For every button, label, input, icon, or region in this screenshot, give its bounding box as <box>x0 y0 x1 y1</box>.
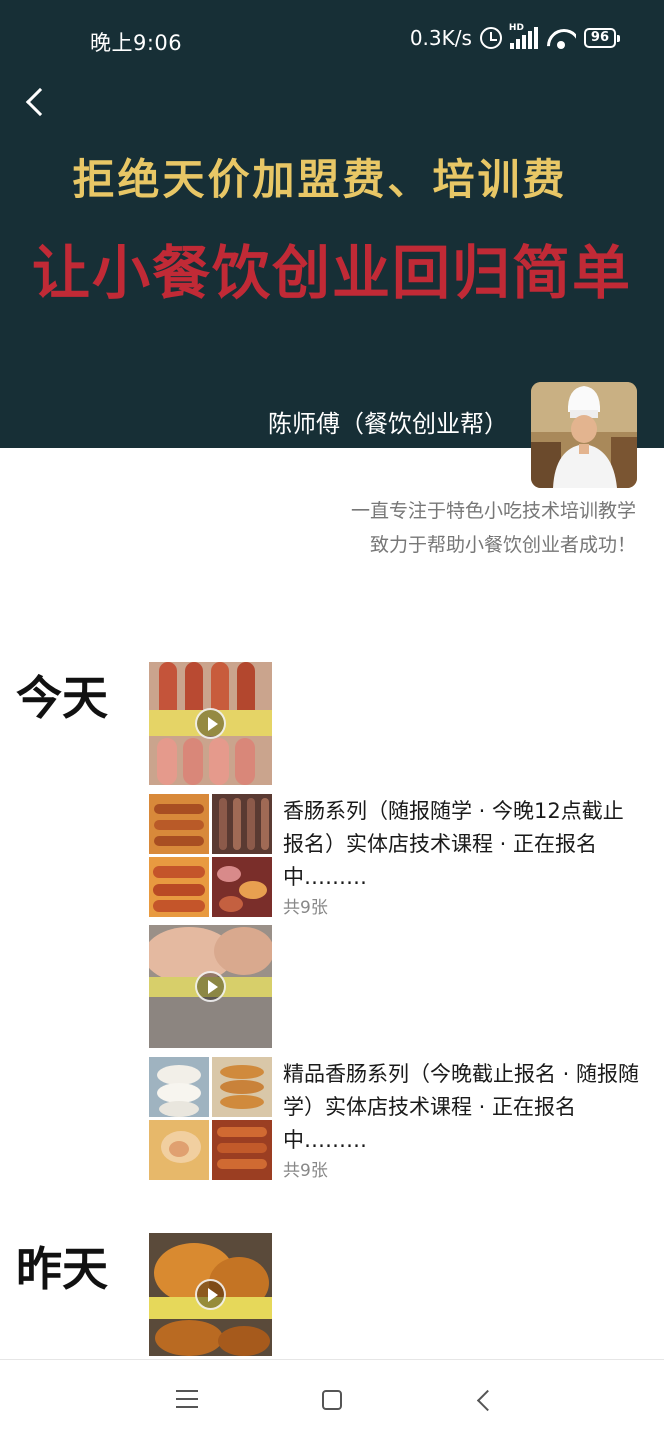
bio-line-1: 一直专注于特色小吃技术培训教学 <box>350 500 636 522</box>
alarm-icon <box>479 27 502 49</box>
status-time: 晚上9:06 <box>90 31 183 55</box>
post-text[interactable]: 香肠系列（随报随学 · 今晚12点截止报名）实体店技术课程 · 正在报名中……… <box>283 795 643 894</box>
video-thumbnail[interactable] <box>149 925 272 1048</box>
battery-icon: 96 <box>583 28 621 48</box>
status-bar: 晚上9:06 0.3K/s HD 96 <box>0 0 664 80</box>
post-image-grid[interactable] <box>149 1057 272 1180</box>
play-icon <box>195 708 226 739</box>
net-speed: 0.3K/s <box>409 26 472 50</box>
day-label-today: 今天 <box>16 671 108 725</box>
day-label-yesterday: 昨天 <box>16 1242 108 1296</box>
system-nav-bar <box>0 1359 664 1439</box>
video-thumbnail[interactable] <box>149 662 272 785</box>
bio-line-2: 致力于帮助小餐饮创业者成功！ <box>369 534 636 556</box>
post-text[interactable]: 精品香肠系列（今晚截止报名 · 随报随学）实体店技术课程 · 正在报名中……… <box>283 1058 643 1157</box>
wifi-icon <box>546 27 576 49</box>
video-thumbnail[interactable] <box>149 1233 272 1356</box>
play-icon <box>195 1279 226 1310</box>
play-icon <box>195 971 226 1002</box>
home-icon[interactable] <box>322 1390 342 1410</box>
post-image-grid[interactable] <box>149 794 272 917</box>
cover-image[interactable]: 晚上9:06 0.3K/s HD 96 拒绝天价加盟费、培训费 让小餐饮创业回归… <box>0 0 664 448</box>
back-icon[interactable] <box>472 1388 496 1412</box>
post-image-count: 共9张 <box>283 1161 328 1181</box>
signal-icon: HD <box>509 23 538 49</box>
owner-name[interactable]: 陈师傅（餐饮创业帮） <box>268 404 508 439</box>
post-image-count: 共9张 <box>283 898 328 918</box>
menu-icon[interactable] <box>176 1390 198 1410</box>
cover-headline-2: 让小餐饮创业回归简单 <box>31 239 632 307</box>
avatar[interactable] <box>531 382 637 488</box>
status-right: 0.3K/s HD 96 <box>409 23 621 50</box>
cover-headline-1: 拒绝天价加盟费、培训费 <box>72 155 568 204</box>
back-button[interactable] <box>18 84 54 120</box>
